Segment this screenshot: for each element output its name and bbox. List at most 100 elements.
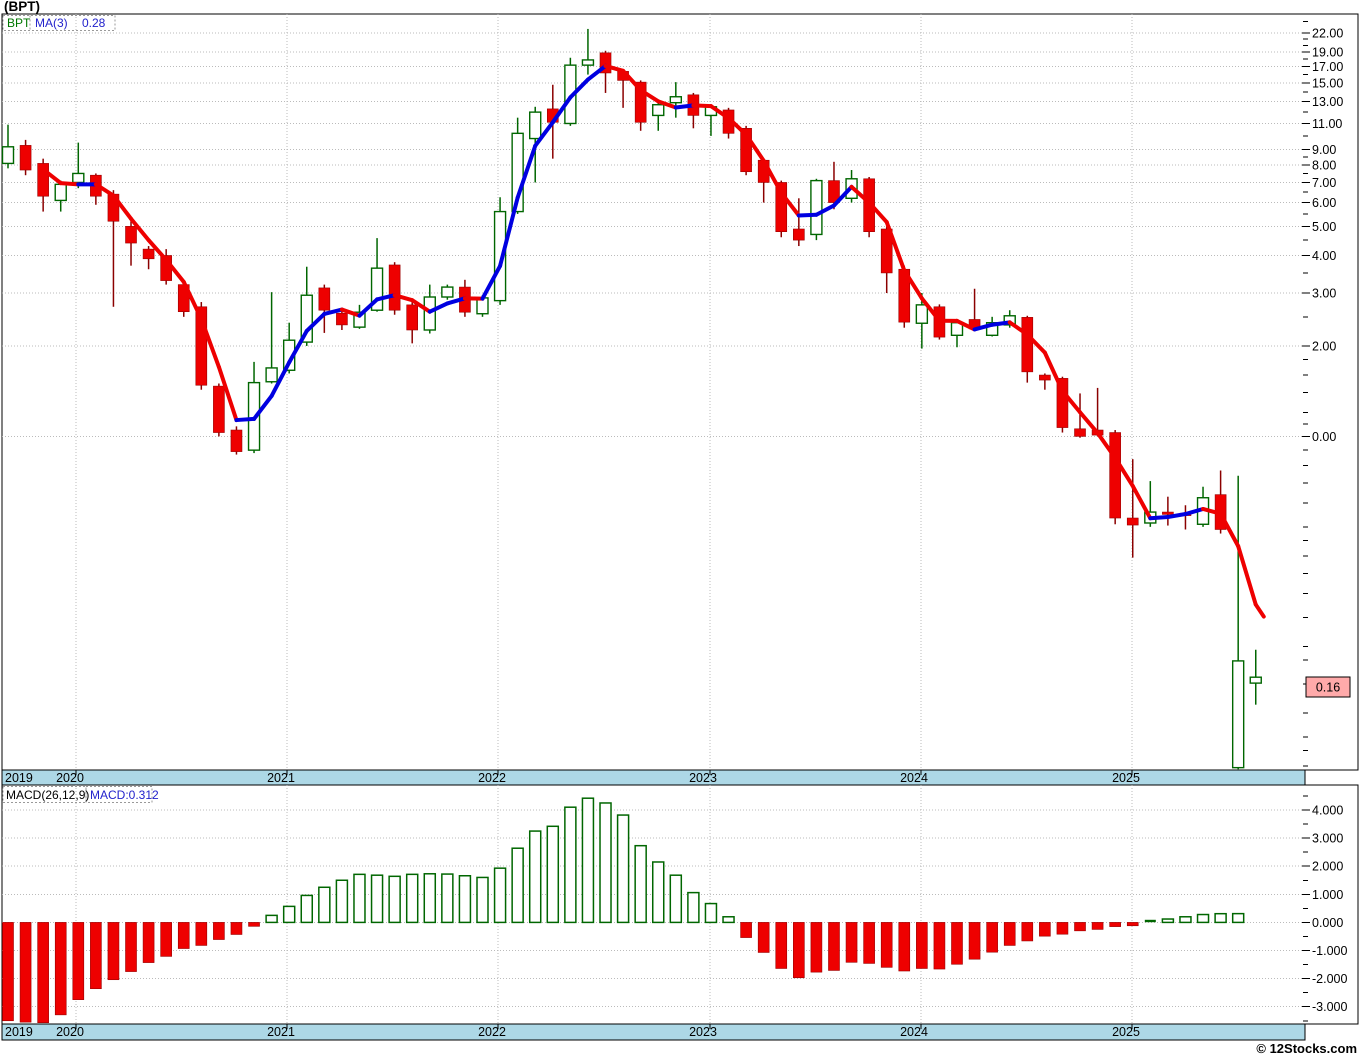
- ma3-segment: [234, 416, 257, 423]
- macd-bar: [1144, 919, 1156, 923]
- macd-bar: [511, 847, 524, 924]
- year-label: 2019: [5, 771, 33, 785]
- candle-body-up: [441, 286, 454, 298]
- year-band: [1, 1023, 1306, 1041]
- macd-bar: [651, 861, 665, 924]
- macd-bar: [528, 830, 542, 924]
- macd-legend-value: MACD:0.312: [90, 788, 159, 802]
- x-axis-band-macd: [1, 1023, 1306, 1041]
- axis-tick-label: 9.00: [1312, 143, 1336, 157]
- axis-tick-label: 4.000: [1312, 804, 1343, 818]
- macd-bar: [810, 922, 823, 973]
- macd-bar: [687, 891, 700, 924]
- candle-body-up: [529, 111, 542, 140]
- macd-bar: [1091, 922, 1104, 930]
- candle-body-up: [652, 104, 665, 117]
- candle-body-down: [125, 226, 137, 244]
- macd-bar: [1126, 922, 1139, 927]
- macd-bar: [19, 922, 32, 1023]
- candle-body-down: [213, 385, 225, 433]
- candle-body-up: [1, 146, 15, 165]
- macd-bar: [160, 922, 172, 957]
- macd-bar: [142, 922, 155, 963]
- year-label: 2024: [900, 771, 928, 785]
- candle-body-up: [1249, 676, 1262, 684]
- macd-bar: [916, 922, 928, 969]
- main-price-panel: [1, 13, 1359, 771]
- axis-tick-label: -1.000: [1312, 944, 1347, 958]
- year-label: 2020: [56, 1025, 84, 1039]
- macd-bar: [107, 922, 120, 981]
- macd-bar: [423, 873, 437, 924]
- axis-tick-label: 5.00: [1312, 220, 1336, 234]
- macd-bar: [90, 922, 102, 990]
- watermark: © 12Stocks.com: [1256, 1041, 1357, 1056]
- macd-bar: [1003, 922, 1016, 946]
- candle-body-up: [54, 183, 67, 202]
- axis-tick-label: 3.00: [1312, 287, 1336, 301]
- axis-tick-label: 13.00: [1312, 95, 1343, 109]
- candle-body-up: [581, 59, 595, 66]
- ma3-segment: [673, 103, 696, 110]
- macd-bar: [845, 922, 858, 963]
- candle-body-down: [1126, 517, 1139, 526]
- macd-bar: [968, 922, 981, 960]
- macd-bar: [370, 874, 384, 924]
- macd-bar: [177, 922, 190, 949]
- macd-bar: [318, 886, 331, 924]
- axis-tick-label: 0.00: [1312, 430, 1336, 444]
- year-label: 2022: [478, 1025, 506, 1039]
- year-label: 2025: [1112, 771, 1140, 785]
- macd-bar: [757, 922, 770, 953]
- macd-bar: [37, 922, 49, 1024]
- macd-legend-label: MACD(26,12,9): [6, 788, 89, 802]
- candle-body-down: [1021, 317, 1034, 373]
- year-label: 2023: [689, 1025, 717, 1039]
- axis-tick-label: 11.00: [1312, 117, 1342, 131]
- candle-body-down: [406, 304, 419, 331]
- macd-bar: [564, 806, 577, 924]
- macd-bar: [1161, 918, 1175, 924]
- candle-body-down: [1109, 432, 1121, 519]
- year-label: 2024: [900, 1025, 928, 1039]
- year-label: 2021: [267, 1025, 295, 1039]
- candle-body-down: [336, 312, 348, 326]
- macd-bar: [669, 874, 683, 924]
- axis-tick-label: 0.000: [1312, 916, 1343, 930]
- last-price-tag: 0.16: [1305, 676, 1351, 698]
- macd-bar: [441, 873, 454, 924]
- macd-bar: [458, 875, 472, 924]
- legend-symbol: BPT: [7, 16, 31, 30]
- legend-ma-value: 0.28: [82, 16, 106, 30]
- macd-bar: [951, 922, 963, 965]
- macd-bar: [2, 922, 14, 1022]
- axis-tick-label: -2.000: [1312, 972, 1347, 986]
- macd-bar: [1056, 922, 1069, 935]
- legend-ma-label: MA(3): [35, 16, 68, 30]
- macd-bar: [353, 873, 366, 924]
- candle-body-down: [1162, 511, 1174, 515]
- year-label: 2023: [689, 771, 717, 785]
- x-axis-band-main: [1, 769, 1306, 786]
- axis-tick-label: -3.000: [1312, 1000, 1347, 1014]
- ma3-segment: [58, 181, 81, 187]
- macd-bar: [230, 922, 243, 935]
- candle-body-up: [1231, 660, 1245, 769]
- chart-canvas: (BPT) 22.00 19.0017.00 15.00 13.00 11.00 9.00…: [1, 0, 1359, 1056]
- axis-tick-label: 6.00: [1312, 196, 1336, 210]
- macd-bar: [775, 922, 788, 969]
- axis-tick-label: 22.00: [1312, 27, 1343, 41]
- macd-bar: [863, 922, 875, 964]
- axis-tick-label: 1.000: [1312, 888, 1343, 902]
- macd-bar: [54, 922, 67, 1016]
- macd-bar: [405, 873, 419, 924]
- macd-bar: [546, 825, 560, 924]
- macd-bar: [248, 922, 260, 927]
- macd-bar: [933, 922, 946, 970]
- candle-body-up: [669, 96, 683, 104]
- axis-tick-label: 2.000: [1312, 860, 1343, 874]
- ma3-segment: [1148, 515, 1170, 521]
- year-label: 2021: [267, 771, 295, 785]
- macd-bar: [599, 802, 612, 924]
- candle-body-down: [142, 248, 155, 260]
